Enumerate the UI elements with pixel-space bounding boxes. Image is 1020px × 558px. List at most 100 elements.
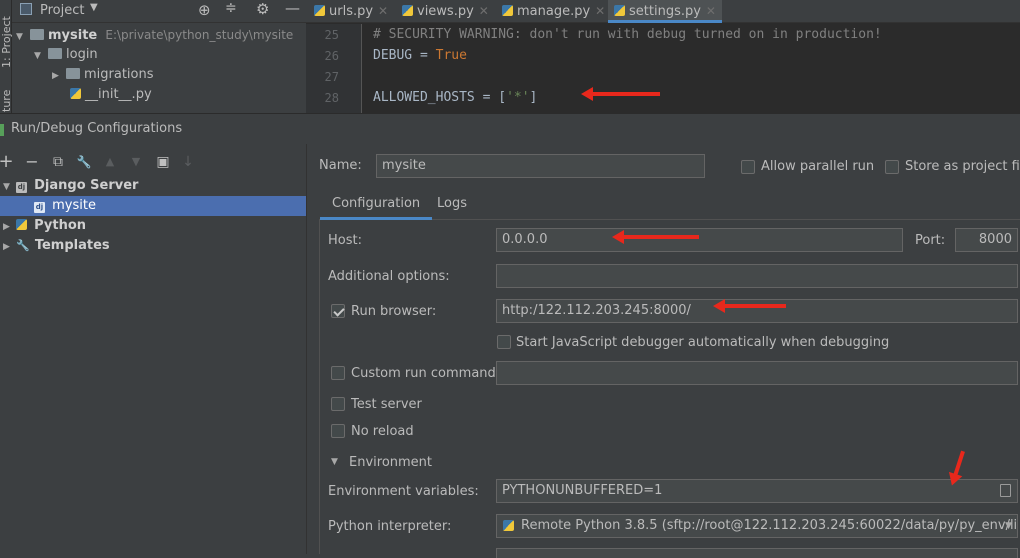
run-browser-url-input[interactable]: http:/122.112.203.245:8000/: [496, 299, 1018, 323]
line-number: 25: [324, 28, 339, 42]
tab-settings[interactable]: settings.py ✕: [608, 0, 722, 23]
chevron-down-icon[interactable]: ▼: [331, 457, 338, 467]
tree-item-mysite[interactable]: ▼ mysite E:\private\python_study\mysite: [16, 25, 293, 45]
project-panel: Project ▼ ⊕ ≑ ⚙ — ▼ mysite E:\private\pyt…: [12, 0, 306, 113]
remove-icon[interactable]: −: [23, 150, 41, 174]
chevron-down-icon[interactable]: ▼: [16, 27, 30, 47]
allow-parallel-checkbox[interactable]: [741, 160, 755, 174]
tree-item-label: login: [66, 47, 98, 62]
move-up-icon[interactable]: ▲: [101, 150, 119, 174]
move-down-icon[interactable]: ▼: [127, 150, 145, 174]
config-tree: ▼ dj Django Server dj mysite ▶ Python ▶ 🔧 …: [0, 176, 306, 554]
chevron-down-icon[interactable]: ▼: [90, 2, 98, 13]
browse-icon[interactable]: [1000, 484, 1011, 497]
tree-item-login[interactable]: ▼ login: [34, 45, 98, 65]
code-string: '*': [506, 90, 530, 105]
port-input[interactable]: 8000: [955, 228, 1018, 252]
panel-splitter[interactable]: [306, 144, 307, 554]
store-project-label: Store as project file: [905, 159, 1020, 174]
tab-urls[interactable]: urls.py ✕: [314, 0, 388, 23]
code-operator: =: [412, 48, 436, 63]
code-editor: urls.py ✕ views.py ✕ manage.py ✕ settings.p…: [306, 0, 1020, 113]
django-icon: dj: [34, 202, 45, 213]
tree-item-django-server[interactable]: ▼ dj Django Server: [0, 176, 306, 196]
line-number: 27: [324, 70, 339, 84]
code-line[interactable]: DEBUG = True: [373, 48, 467, 63]
line-number: 26: [324, 49, 339, 63]
test-server-checkbox[interactable]: [331, 397, 345, 411]
tree-item-label: migrations: [84, 67, 154, 82]
python-file-icon: [402, 5, 413, 16]
tab-manage[interactable]: manage.py ✕: [502, 0, 605, 23]
tree-item-templates[interactable]: ▶ 🔧 Templates: [0, 236, 306, 256]
chevron-down-icon[interactable]: ▼: [1005, 515, 1012, 537]
annotation-arrow: [612, 230, 699, 244]
tree-item-init[interactable]: __init__.py: [70, 85, 152, 105]
tree-item-mysite[interactable]: dj mysite: [0, 196, 306, 216]
annotation-arrow: [713, 299, 786, 313]
tree-item-label: Python: [34, 218, 87, 233]
tree-item-label: __init__.py: [85, 87, 152, 102]
tab-logs[interactable]: Logs: [437, 193, 467, 220]
code-operator: = [: [474, 90, 507, 105]
next-field-input[interactable]: [496, 548, 1018, 558]
gear-icon[interactable]: ⚙: [256, 0, 269, 18]
code-line[interactable]: # SECURITY WARNING: don't run with debug…: [373, 27, 882, 42]
project-panel-header: Project ▼ ⊕ ≑ ⚙ —: [12, 0, 306, 23]
additional-options-input[interactable]: [496, 264, 1018, 288]
project-view-icon: [20, 3, 32, 15]
env-vars-input[interactable]: PYTHONUNBUFFERED=1: [496, 479, 1018, 503]
tree-item-migrations[interactable]: ▶ migrations: [52, 65, 154, 85]
folder-icon[interactable]: ▣: [154, 150, 172, 174]
tree-item-path: E:\private\python_study\mysite: [105, 28, 294, 42]
close-icon[interactable]: ✕: [378, 4, 388, 18]
wrench-icon[interactable]: 🔧: [75, 150, 93, 174]
tab-label: views.py: [417, 4, 474, 19]
tab-configuration[interactable]: Configuration: [320, 193, 433, 220]
interpreter-select[interactable]: Remote Python 3.8.5 (sftp://root@122.112…: [496, 514, 1018, 538]
django-icon: dj: [16, 182, 27, 193]
chevron-down-icon[interactable]: ▼: [0, 177, 16, 197]
chevron-right-icon[interactable]: ▶: [0, 237, 16, 257]
close-icon[interactable]: ✕: [595, 4, 605, 18]
tab-views[interactable]: views.py ✕: [402, 0, 489, 23]
collapse-all-icon[interactable]: ≑: [225, 0, 237, 16]
interpreter-label: Python interpreter:: [328, 519, 452, 534]
additional-options-label: Additional options:: [328, 269, 450, 284]
name-input[interactable]: mysite: [376, 154, 705, 178]
wrench-icon: 🔧: [16, 239, 30, 252]
add-icon[interactable]: +: [0, 150, 15, 174]
no-reload-label: No reload: [351, 424, 414, 439]
locate-icon[interactable]: ⊕: [198, 1, 211, 19]
folder-icon: [30, 29, 44, 40]
chevron-down-icon[interactable]: ▼: [34, 46, 48, 66]
store-project-checkbox[interactable]: [885, 160, 899, 174]
host-input[interactable]: 0.0.0.0: [496, 228, 903, 252]
python-icon: [16, 219, 27, 230]
custom-run-input[interactable]: [496, 361, 1018, 385]
chevron-right-icon[interactable]: ▶: [52, 66, 66, 86]
code-line[interactable]: ALLOWED_HOSTS = ['*']: [373, 90, 537, 105]
env-vars-label: Environment variables:: [328, 484, 479, 499]
custom-run-checkbox[interactable]: [331, 366, 345, 380]
tree-item-label: mysite: [52, 198, 96, 213]
run-browser-checkbox[interactable]: [331, 304, 345, 318]
project-view-title[interactable]: Project: [40, 3, 84, 18]
close-icon[interactable]: ✕: [706, 4, 716, 18]
annotation-arrow: [581, 87, 660, 101]
no-reload-checkbox[interactable]: [331, 424, 345, 438]
code-keyword: True: [435, 48, 467, 63]
copy-icon[interactable]: ⧉: [49, 150, 67, 174]
chevron-right-icon[interactable]: ▶: [0, 217, 16, 237]
environment-section-title[interactable]: Environment: [349, 455, 432, 470]
code-identifier: ALLOWED_HOSTS: [373, 90, 475, 105]
sort-icon[interactable]: ↓: [179, 150, 197, 174]
tree-item-python[interactable]: ▶ Python: [0, 216, 306, 236]
test-server-label: Test server: [351, 397, 422, 412]
tab-label: urls.py: [329, 4, 374, 19]
run-debug-dialog: Run/Debug Configurations + − ⧉ 🔧 ▲ ▼ ▣ ↓…: [0, 113, 1020, 558]
close-icon[interactable]: ✕: [479, 4, 489, 18]
line-number: 28: [324, 91, 339, 105]
js-debugger-checkbox[interactable]: [497, 335, 511, 349]
hide-panel-icon[interactable]: —: [285, 0, 300, 17]
